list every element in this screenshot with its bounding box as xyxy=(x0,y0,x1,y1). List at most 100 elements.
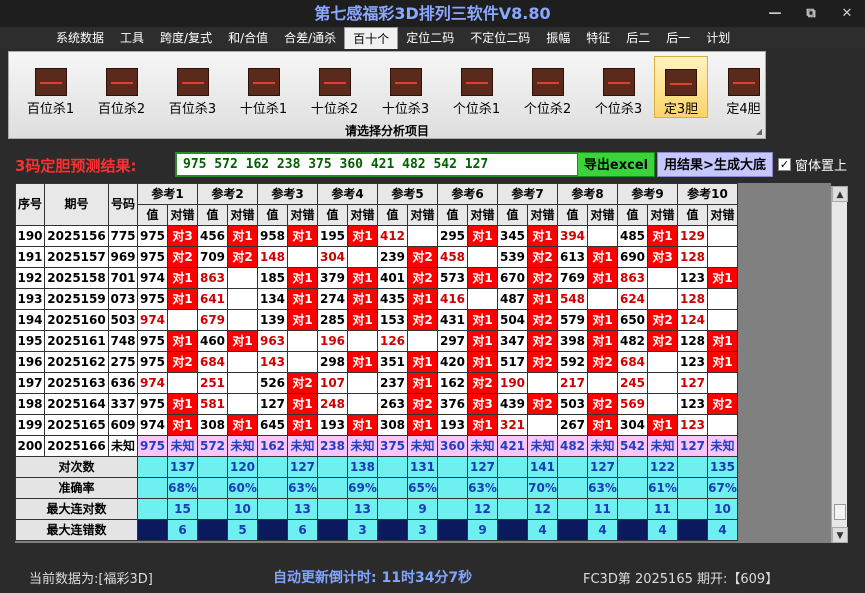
ref-value: 304 xyxy=(317,246,348,268)
menu-item[interactable]: 定位二码 xyxy=(398,27,462,49)
menu-item[interactable]: 跨度/复式 xyxy=(152,27,220,49)
menu-item[interactable]: 和/合值 xyxy=(220,27,276,49)
stats-spacer xyxy=(497,456,528,478)
result-bar: 3码定胆预测结果: 975 572 162 238 375 360 421 48… xyxy=(8,152,848,178)
ref-value: 412 xyxy=(377,225,408,247)
ribbon-button[interactable]: 个位杀2 xyxy=(512,56,583,118)
chart-icon xyxy=(389,68,422,96)
ref-value: 670 xyxy=(497,267,528,289)
ribbon-button[interactable]: 个位杀1 xyxy=(441,56,512,118)
miss-cell xyxy=(347,246,378,268)
ribbon-button[interactable]: 百位杀2 xyxy=(86,56,157,118)
stats-spacer xyxy=(257,456,288,478)
hit-mark: 对1 xyxy=(347,414,378,436)
table-row[interactable]: 199 2025165 609 974 对1 308 对1 645 对1 193 对1 308 对1 19… xyxy=(15,414,738,436)
ref-value: 248 xyxy=(317,393,348,415)
menu-item[interactable]: 特征 xyxy=(578,27,618,49)
generate-base-button[interactable]: 用结果>生成大底 xyxy=(657,152,773,177)
ref-value: 308 xyxy=(377,414,408,436)
miss-cell xyxy=(287,246,318,268)
ribbon-button[interactable]: 个位杀3 xyxy=(583,56,654,118)
stats-value: 12 xyxy=(527,498,558,520)
stats-spacer xyxy=(197,519,228,541)
hit-mark: 对2 xyxy=(707,393,738,415)
ribbon-button[interactable]: 百位杀1 xyxy=(15,56,86,118)
chart-icon xyxy=(176,68,209,96)
menu-bar: 系统数据 工具 跨度/复式 和/合值 合差/通杀 百十个 定位二码 不定位二码 振幅 特征 后二 后一… xyxy=(0,27,865,49)
ref-value: 127 xyxy=(677,372,708,394)
ribbon-button[interactable]: 定4胆 xyxy=(708,56,779,118)
table-row[interactable]: 191 2025157 969 975 对2 709 对2 148 304 239 对2 458 539… xyxy=(15,246,738,268)
menu-item[interactable]: 工具 xyxy=(112,27,152,49)
hit-mark: 对1 xyxy=(407,372,438,394)
ribbon-button-label: 定4胆 xyxy=(726,102,761,117)
result-field[interactable]: 975 572 162 238 375 360 421 482 542 127 xyxy=(175,152,585,177)
ribbon-expand-icon[interactable]: ◢ xyxy=(756,127,762,136)
menu-item[interactable]: 振幅 xyxy=(538,27,578,49)
menu-item[interactable]: 计划 xyxy=(698,27,738,49)
ribbon-button[interactable]: 十位杀2 xyxy=(299,56,370,118)
ref-value: 573 xyxy=(437,267,468,289)
row-period: 2025156 xyxy=(44,225,109,247)
stay-on-top-checkbox[interactable]: ✓ 窗体置上 xyxy=(778,155,847,174)
ref-value: 195 xyxy=(317,225,348,247)
close-button[interactable]: ✕ xyxy=(829,0,865,27)
hit-mark: 对1 xyxy=(347,309,378,331)
menu-item[interactable]: 合差/通杀 xyxy=(276,27,344,49)
ribbon-button[interactable]: 十位杀3 xyxy=(370,56,441,118)
ribbon-button[interactable]: 定3胆 xyxy=(654,56,708,118)
hit-mark: 对2 xyxy=(527,267,558,289)
menu-item[interactable]: 系统数据 xyxy=(48,27,112,49)
ref-value: 460 xyxy=(197,330,228,352)
predict-value: 238 xyxy=(317,435,348,457)
value-header: 值 xyxy=(317,204,348,226)
stats-value: 3 xyxy=(347,519,378,541)
scroll-thumb[interactable] xyxy=(834,504,846,520)
ref-value: 124 xyxy=(677,309,708,331)
checkbox-check-icon[interactable]: ✓ xyxy=(778,158,791,171)
restore-button[interactable]: ⧉ xyxy=(793,0,829,27)
scroll-down-icon[interactable]: ▼ xyxy=(832,527,848,543)
table-row[interactable]: 196 2025162 275 975 对2 684 143 298 对1 351 对1 420 对1 5… xyxy=(15,351,738,373)
minimize-button[interactable]: — xyxy=(757,0,793,27)
hit-mark: 对1 xyxy=(287,393,318,415)
ref-value: 190 xyxy=(497,372,528,394)
vertical-scrollbar[interactable]: ▲ ▼ xyxy=(831,186,848,543)
menu-item[interactable]: 后一 xyxy=(658,27,698,49)
miss-cell xyxy=(227,309,258,331)
hit-mark: 对2 xyxy=(287,372,318,394)
table-row[interactable]: 194 2025160 503 974 679 139 对1 285 对1 153 对2 431 对1 5… xyxy=(15,309,738,331)
stats-row: 准确率 68% 60% 63% 69% 65% 63% 70% 63% 61% 67% xyxy=(15,477,738,499)
ref-value: 517 xyxy=(497,351,528,373)
stats-spacer xyxy=(437,498,468,520)
value-header: 值 xyxy=(497,204,528,226)
table-row[interactable]: 193 2025159 073 975 对1 641 134 对1 274 对1 435 对1 416 4… xyxy=(15,288,738,310)
scroll-up-icon[interactable]: ▲ xyxy=(832,186,848,202)
chart-icon xyxy=(318,68,351,96)
result-header: 对错 xyxy=(287,204,318,226)
result-header: 对错 xyxy=(587,204,618,226)
menu-item[interactable]: 后二 xyxy=(618,27,658,49)
table-row[interactable]: 190 2025156 775 975 对3 456 对1 958 对1 195 对1 412 295 对… xyxy=(15,225,738,247)
miss-cell xyxy=(647,351,678,373)
table-row[interactable]: 197 2025163 636 974 251 526 对2 107 237 对1 162 对2 190… xyxy=(15,372,738,394)
ribbon-button[interactable]: 百位杀3 xyxy=(157,56,228,118)
predict-status: 未知 xyxy=(467,435,498,457)
ribbon-button[interactable]: 十位杀1 xyxy=(228,56,299,118)
predict-row[interactable]: 200 2025166 未知 975 未知 572 未知 162 未知 238 未知 375 未知 360… xyxy=(15,435,738,457)
menu-item[interactable]: 百十个 xyxy=(344,27,399,49)
table-row[interactable]: 192 2025158 701 974 对1 863 185 对1 379 对1 401 对2 573 对… xyxy=(15,267,738,289)
table-row[interactable]: 198 2025164 337 975 对1 581 127 对1 248 263 对2 376 对3 4… xyxy=(15,393,738,415)
ref-value: 298 xyxy=(317,351,348,373)
chart-icon xyxy=(602,68,635,96)
menu-item[interactable]: 不定位二码 xyxy=(462,27,538,49)
stats-value: 69% xyxy=(347,477,378,499)
hit-mark: 对2 xyxy=(227,246,258,268)
stats-value: 5 xyxy=(227,519,258,541)
table-row[interactable]: 195 2025161 748 975 对1 460 对1 963 196 126 297 对1 347… xyxy=(15,330,738,352)
ref-value: 439 xyxy=(497,393,528,415)
value-header: 值 xyxy=(557,204,588,226)
export-excel-button[interactable]: 导出excel xyxy=(577,152,655,177)
stats-value: 4 xyxy=(587,519,618,541)
ref-value: 769 xyxy=(557,267,588,289)
